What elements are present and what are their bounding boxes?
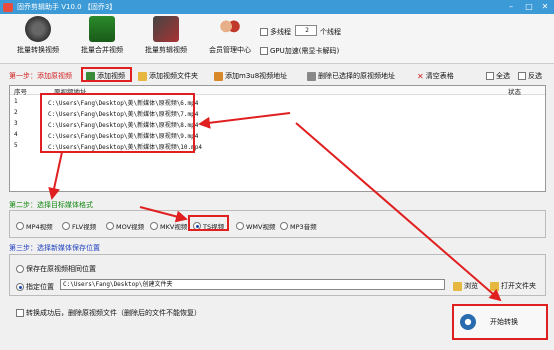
arrow-to-step2 [48, 151, 63, 200]
arrow-to-start [295, 122, 502, 302]
arrow-to-list [198, 112, 291, 129]
arrow-to-ts [139, 206, 188, 223]
annotation-arrows [48, 112, 502, 302]
